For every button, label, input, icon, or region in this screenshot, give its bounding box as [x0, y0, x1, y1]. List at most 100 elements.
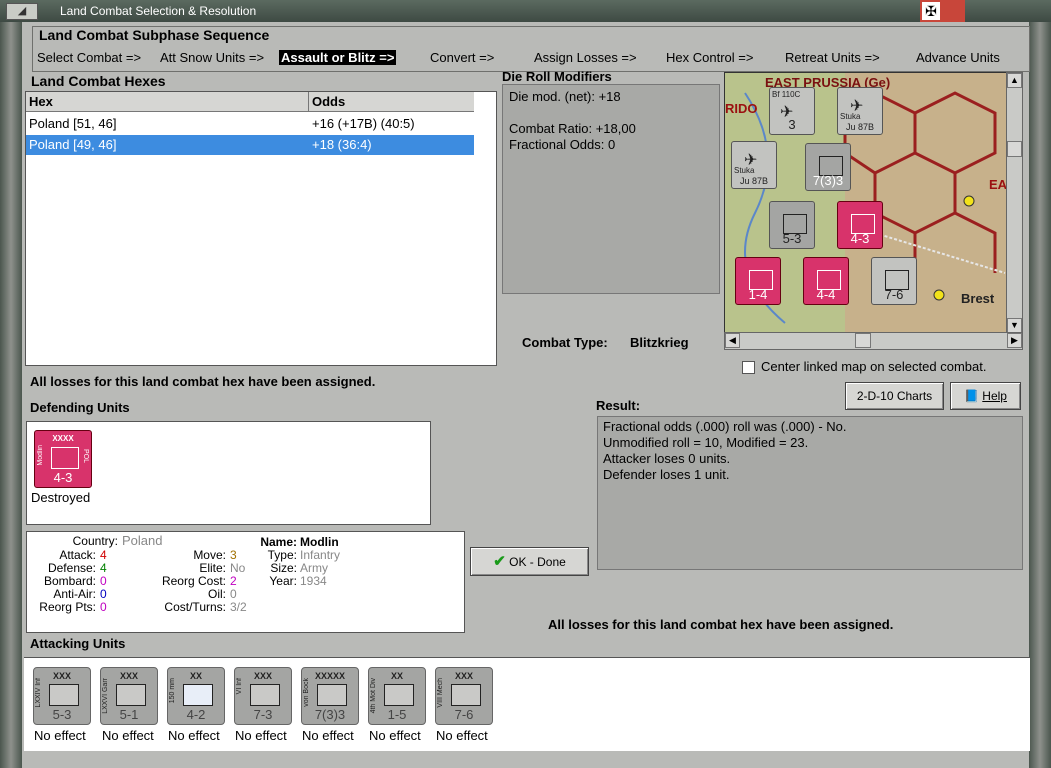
name-value: Modlin: [300, 535, 339, 549]
scroll-thumb[interactable]: [855, 333, 871, 348]
hex-cell: Poland [51, 46]: [29, 116, 117, 131]
mech-symbol-icon: [451, 684, 481, 706]
bombard-label: Bombard:: [43, 574, 96, 588]
type-value: Infantry: [300, 548, 341, 562]
charts-button[interactable]: 2-D-10 Charts: [845, 382, 944, 410]
map-counter-viii-mech[interactable]: 7-6: [871, 257, 917, 305]
defense-value: 4: [100, 561, 107, 575]
scroll-left-icon[interactable]: ◀: [725, 333, 740, 348]
help-button-label: Help: [982, 389, 1007, 403]
attacking-unit-150mm[interactable]: XX 150 mm 4-2: [167, 667, 225, 725]
defending-unit-modlin[interactable]: XXXX Modlin POL 4-3: [34, 430, 92, 488]
odds-cell: +16 (+17B) (40:5): [312, 116, 415, 131]
defense-label: Defense:: [47, 561, 96, 575]
window-menu-icon[interactable]: ◢: [6, 3, 38, 20]
subphase-sequence: Land Combat Subphase Sequence Select Com…: [32, 26, 1030, 72]
losses-message-bottom: All losses for this land combat hex have…: [548, 617, 894, 632]
table-row-selected[interactable]: Poland [49, 46] +18 (36:4): [26, 135, 474, 155]
center-map-checkbox[interactable]: [742, 361, 755, 374]
scroll-right-icon[interactable]: ▶: [1007, 333, 1022, 348]
hex-cell: Poland [49, 46]: [29, 137, 117, 152]
oil-label: Oil:: [208, 587, 226, 601]
result-line: Fractional odds (.000) roll was (.000) -…: [603, 419, 847, 434]
elite-value: No: [230, 561, 246, 575]
attacking-title: Attacking Units: [30, 636, 126, 651]
map-counter-stuka-2[interactable]: Stuka ✈ Ju 87B: [731, 141, 777, 189]
name-label: Name:: [260, 535, 297, 549]
attacking-unit-lxxiv-inf[interactable]: XXX LXXIV Inf 5-3: [33, 667, 91, 725]
result-panel: Fractional odds (.000) roll was (.000) -…: [597, 416, 1023, 570]
scroll-up-icon[interactable]: ▲: [1007, 73, 1022, 88]
losses-message-top: All losses for this land combat hex have…: [30, 374, 376, 389]
bombard-value: 0: [100, 574, 107, 588]
attacking-unit-4th-mot-div[interactable]: XX 4th Mot Div 1-5: [368, 667, 426, 725]
map-counter-bf110c[interactable]: Bf 110C ✈ 3: [769, 87, 815, 135]
odds-cell: +18 (36:4): [312, 137, 372, 152]
step-hex-control: Hex Control =>: [666, 50, 754, 65]
nato-symbol-icon: [51, 447, 79, 469]
german-flag-icon: ✠: [920, 0, 965, 22]
attacking-unit-status: No effect: [369, 728, 421, 743]
die-roll-panel: Die mod. (net): +18 Combat Ratio: +18,00…: [502, 84, 720, 294]
title-bar: ◢ Land Combat Selection & Resolution ✠: [0, 0, 1051, 23]
map-label-ea: EA: [989, 177, 1008, 192]
country-label: Country:: [72, 534, 118, 548]
year-value: 1934: [300, 574, 327, 588]
map-horizontal-scrollbar[interactable]: ◀ ▶: [724, 332, 1023, 350]
reorg-cost-value: 2: [230, 574, 237, 588]
map-counter-lxxiv[interactable]: 5-3: [769, 201, 815, 249]
column-header-odds[interactable]: Odds: [309, 92, 474, 112]
combat-type-label: Combat Type:: [522, 335, 608, 350]
artillery-symbol-icon: [183, 684, 213, 706]
move-label: Move:: [193, 548, 226, 562]
checkmark-icon: ✔: [493, 553, 506, 570]
reorg-pts-label: Reorg Pts:: [39, 600, 96, 614]
right-border: [1029, 22, 1051, 768]
cost-turns-label: Cost/Turns:: [164, 600, 226, 614]
elite-label: Elite:: [199, 561, 226, 575]
attacking-unit-von-bock[interactable]: XXXXX von Bock 7(3)3: [301, 667, 359, 725]
help-book-icon: 📘: [964, 389, 979, 403]
garrison-symbol-icon: [116, 684, 146, 706]
map-counter-pol-4-4[interactable]: 4-4: [803, 257, 849, 305]
table-row[interactable]: Poland [51, 46] +16 (+17B) (40:5): [26, 114, 474, 134]
hexes-title: Land Combat Hexes: [31, 73, 166, 89]
attacking-unit-viii-mech[interactable]: XXX VIII Mech 7-6: [435, 667, 493, 725]
plane-icon: ✈: [850, 98, 864, 115]
scroll-down-icon[interactable]: ▼: [1007, 318, 1022, 333]
antiair-value: 0: [100, 587, 107, 601]
result-title: Result:: [596, 398, 641, 413]
help-button[interactable]: 📘 Help: [950, 382, 1021, 410]
unit-info-panel: Country: Poland Attack: 4 Defense: 4 Bom…: [26, 531, 465, 633]
map-counter-pol-1-4[interactable]: 1-4: [735, 257, 781, 305]
step-att-snow-units: Att Snow Units =>: [160, 50, 265, 65]
attacking-unit-vi-inf[interactable]: XXX VI Inf 7-3: [234, 667, 292, 725]
scroll-thumb[interactable]: [1007, 141, 1022, 157]
oil-value: 0: [230, 587, 237, 601]
map-counter-stuka-1[interactable]: Stuka ✈ Ju 87B: [837, 87, 883, 135]
attacking-unit-lxxvi-garr[interactable]: XXX LXXVI Garr 5-1: [100, 667, 158, 725]
infantry-symbol-icon: [250, 684, 280, 706]
reorg-pts-value: 0: [100, 600, 107, 614]
hq-symbol-icon: [317, 684, 347, 706]
step-assign-losses: Assign Losses =>: [534, 50, 637, 65]
map-vertical-scrollbar[interactable]: ▲ ▼: [1006, 72, 1023, 334]
antiair-label: Anti-Air:: [53, 587, 96, 601]
map-counter-modlin[interactable]: 4-3: [837, 201, 883, 249]
attacking-unit-status: No effect: [34, 728, 86, 743]
defending-unit-status: Destroyed: [31, 490, 91, 505]
attack-label: Attack:: [59, 548, 96, 562]
size-label: Size:: [270, 561, 297, 575]
attacking-unit-status: No effect: [102, 728, 154, 743]
step-convert: Convert =>: [430, 50, 495, 65]
step-select-combat: Select Combat =>: [37, 50, 142, 65]
attacking-units-panel: XXX LXXIV Inf 5-3 No effect XXX LXXVI Ga…: [24, 657, 1030, 751]
attacking-unit-status: No effect: [235, 728, 287, 743]
map-counter-von-bock[interactable]: 7(3)3: [805, 143, 851, 191]
fractional-odds-line: Fractional Odds: 0: [509, 137, 616, 152]
map-label-brest: Brest: [961, 291, 995, 306]
step-assault-or-blitz: Assault or Blitz =>: [279, 50, 397, 65]
column-header-hex[interactable]: Hex: [26, 92, 309, 112]
ok-done-button[interactable]: ✔ OK - Done: [470, 547, 589, 576]
linked-map[interactable]: EAST PRUSSIA (Ge) RIDO Brest EA Bf 110C …: [724, 72, 1008, 334]
